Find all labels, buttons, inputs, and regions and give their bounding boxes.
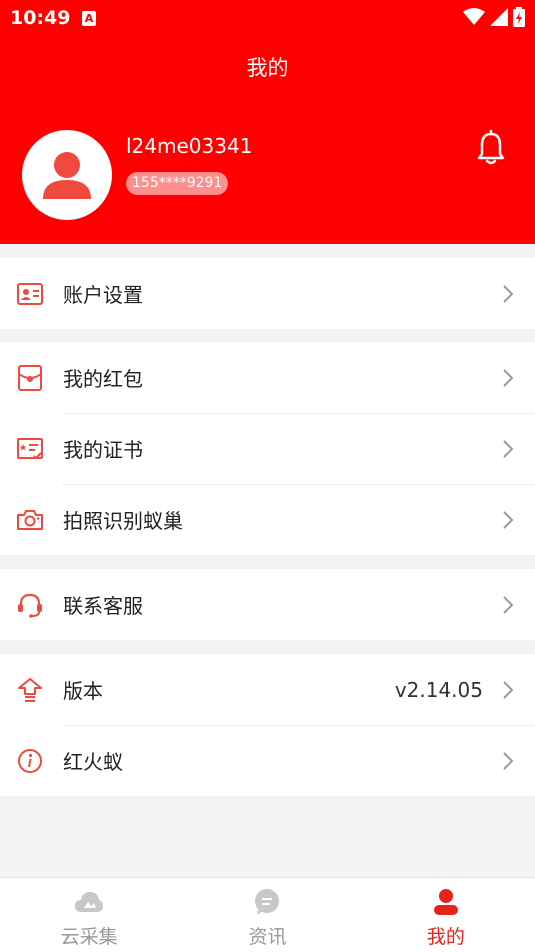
menu-item-label: 账户设置 <box>63 283 143 307</box>
red-envelope-icon <box>18 364 42 391</box>
battery-icon <box>513 7 525 27</box>
menu-item-label: 版本 <box>63 679 103 703</box>
chevron-right-icon <box>503 284 514 303</box>
menu-item-certificate[interactable]: 我的证书 <box>0 413 535 484</box>
chevron-right-icon <box>503 751 514 770</box>
tab-mine[interactable]: 我的 <box>357 878 535 952</box>
menu-item-red-envelope[interactable]: 我的红包 <box>0 342 535 413</box>
chat-icon <box>255 889 280 915</box>
tab-label: 云采集 <box>60 926 118 948</box>
wifi-icon <box>463 8 485 25</box>
signal-icon <box>490 8 508 26</box>
upgrade-icon <box>18 677 42 702</box>
status-icons <box>463 7 525 27</box>
bottom-tab-bar: 云采集 资讯 我的 <box>0 877 535 952</box>
tab-news[interactable]: 资讯 <box>178 878 356 952</box>
menu-item-label: 联系客服 <box>63 594 143 618</box>
phone-badge: 155****9291 <box>126 172 229 195</box>
default-avatar-icon <box>43 152 91 199</box>
menu-item-customer-service[interactable]: 联系客服 <box>0 569 535 640</box>
user-icon <box>433 889 458 915</box>
menu-item-fire-ant[interactable]: 红火蚁 <box>0 725 535 796</box>
menu-item-version[interactable]: 版本 v2.14.05 <box>0 654 535 725</box>
menu-group-personal: 我的红包 我的证书 拍照识别蚁巢 <box>0 342 535 555</box>
tab-label: 我的 <box>426 926 465 948</box>
status-time: 10:49 <box>10 7 71 29</box>
info-icon <box>18 748 42 773</box>
menu-item-label: 我的红包 <box>63 367 143 391</box>
chevron-right-icon <box>503 680 514 699</box>
headset-icon <box>18 593 42 618</box>
bell-icon[interactable] <box>476 130 506 166</box>
menu-item-label: 拍照识别蚁巢 <box>63 509 183 533</box>
menu-group-about: 版本 v2.14.05 红火蚁 <box>0 654 535 796</box>
chevron-right-icon <box>503 439 514 458</box>
notification-app-icon: A <box>82 11 96 26</box>
cloud-icon <box>75 892 104 912</box>
certificate-icon <box>17 437 43 459</box>
tab-cloud-collect[interactable]: 云采集 <box>0 878 178 952</box>
camera-icon <box>17 509 43 530</box>
chevron-right-icon <box>503 510 514 529</box>
menu-item-label: 红火蚁 <box>63 750 123 774</box>
menu-item-photo-identify[interactable]: 拍照识别蚁巢 <box>0 484 535 555</box>
menu-item-label: 我的证书 <box>63 438 143 462</box>
page-title: 我的 <box>246 56 289 80</box>
avatar[interactable] <box>22 130 112 220</box>
tab-label: 资讯 <box>248 926 287 948</box>
menu-group-account: 账户设置 <box>0 258 535 329</box>
status-bar: 10:49 A <box>0 0 535 36</box>
menu-item-account-settings[interactable]: 账户设置 <box>0 258 535 329</box>
chevron-right-icon <box>503 595 514 614</box>
menu-group-support: 联系客服 <box>0 569 535 640</box>
chevron-right-icon <box>503 368 514 387</box>
version-value: v2.14.05 <box>394 677 483 702</box>
username: l24me03341 <box>126 134 253 158</box>
profile-header: 10:49 A 我的 l24me03341 155****9291 <box>0 0 535 244</box>
id-card-icon <box>17 282 43 305</box>
